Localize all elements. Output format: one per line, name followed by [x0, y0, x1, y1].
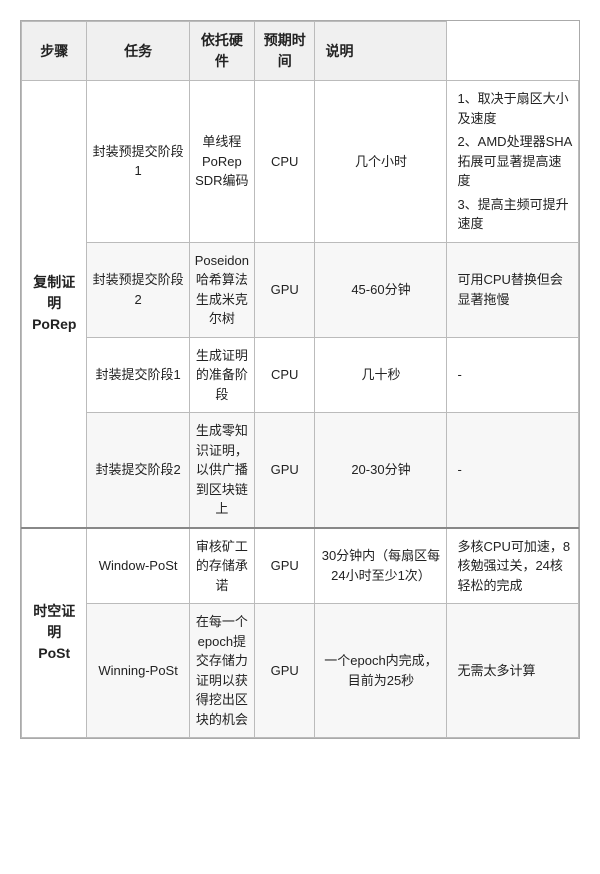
cell-step: Window-PoSt — [87, 528, 189, 604]
cell-task: 单线程PoRep SDR编码 — [189, 81, 254, 243]
header-task: 任务 — [87, 22, 189, 81]
desc-line: 1、取决于扇区大小及速度 — [457, 89, 573, 128]
header-row: 步骤 任务 依托硬件 预期时间 说明 — [22, 22, 579, 81]
cell-hardware: CPU — [254, 337, 315, 413]
cell-step: 封装预提交阶段1 — [87, 81, 189, 243]
cell-hardware: GPU — [254, 242, 315, 337]
cell-task: Poseidon哈希算法生成米克尔树 — [189, 242, 254, 337]
group-label-0: 复制证明PoRep — [22, 81, 87, 528]
cell-desc: 多核CPU可加速，8核勉强过关，24核轻松的完成 — [447, 528, 579, 604]
cell-step: 封装提交阶段1 — [87, 337, 189, 413]
header-step: 步骤 — [22, 22, 87, 81]
cell-hardware: GPU — [254, 413, 315, 528]
cell-step: 封装预提交阶段2 — [87, 242, 189, 337]
cell-hardware: CPU — [254, 81, 315, 243]
cell-step: Winning-PoSt — [87, 604, 189, 738]
header-time: 预期时间 — [254, 22, 315, 81]
cell-desc: - — [447, 337, 579, 413]
cell-desc: - — [447, 413, 579, 528]
cell-desc: 无需太多计算 — [447, 604, 579, 738]
cell-desc: 可用CPU替换但会显著拖慢 — [447, 242, 579, 337]
cell-task: 审核矿工的存储承诺 — [189, 528, 254, 604]
group-label-1: 时空证明PoSt — [22, 528, 87, 738]
cell-step: 封装提交阶段2 — [87, 413, 189, 528]
cell-time: 几个小时 — [315, 81, 447, 243]
cell-time: 几十秒 — [315, 337, 447, 413]
header-hw: 依托硬件 — [189, 22, 254, 81]
main-table: 步骤 任务 依托硬件 预期时间 说明 复制证明PoRep封装预提交阶段1单线程P… — [21, 21, 579, 738]
header-desc: 说明 — [315, 22, 447, 81]
cell-time: 20-30分钟 — [315, 413, 447, 528]
cell-task: 生成证明的准备阶段 — [189, 337, 254, 413]
cell-task: 在每一个epoch提交存储力证明以获得挖出区块的机会 — [189, 604, 254, 738]
cell-desc: 1、取决于扇区大小及速度 2、AMD处理器SHA拓展可显著提高速度 3、提高主频可提… — [447, 81, 579, 243]
cell-hardware: GPU — [254, 604, 315, 738]
cell-time: 一个epoch内完成，目前为25秒 — [315, 604, 447, 738]
cell-task: 生成零知识证明，以供广播到区块链上 — [189, 413, 254, 528]
cell-time: 45-60分钟 — [315, 242, 447, 337]
main-table-wrapper: 步骤 任务 依托硬件 预期时间 说明 复制证明PoRep封装预提交阶段1单线程P… — [20, 20, 580, 739]
cell-time: 30分钟内（每扇区每24小时至少1次） — [315, 528, 447, 604]
desc-line: 2、AMD处理器SHA拓展可显著提高速度 — [457, 132, 573, 191]
cell-hardware: GPU — [254, 528, 315, 604]
desc-line: 3、提高主频可提升速度 — [457, 195, 573, 234]
